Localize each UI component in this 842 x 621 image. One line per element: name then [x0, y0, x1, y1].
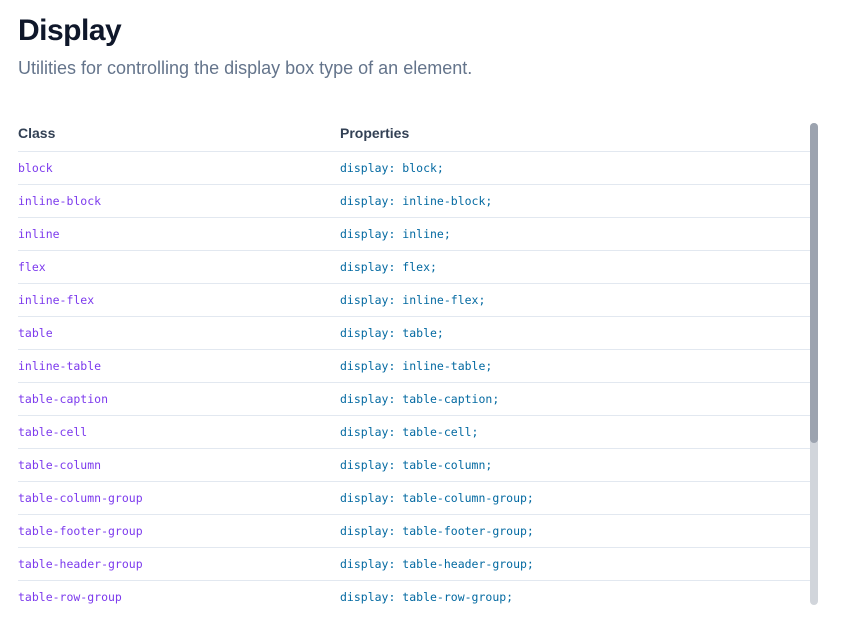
table-row: block display: block; [18, 151, 810, 185]
table-scrollbar[interactable] [810, 123, 818, 605]
class-table-container: Class Properties block display: block; i… [18, 115, 810, 605]
scrollbar-thumb[interactable] [810, 123, 818, 443]
column-header-properties: Properties [340, 115, 810, 152]
page-title: Display [18, 14, 122, 47]
table-row: table-caption display: table-caption; [18, 382, 810, 416]
class-cell: flex [18, 250, 340, 284]
class-cell: table-column [18, 448, 340, 482]
properties-cell: display: table-column-group; [340, 481, 810, 515]
table-header-row: Class Properties [18, 115, 810, 152]
table-row: table-cell display: table-cell; [18, 415, 810, 449]
class-cell: table [18, 316, 340, 350]
properties-cell: display: table-footer-group; [340, 514, 810, 548]
class-cell: table-header-group [18, 547, 340, 581]
table-row: inline-flex display: inline-flex; [18, 283, 810, 317]
class-cell: block [18, 151, 340, 185]
properties-cell: display: inline-table; [340, 349, 810, 383]
table-row: table-column-group display: table-column… [18, 481, 810, 515]
properties-cell: display: inline; [340, 217, 810, 251]
table-row: table display: table; [18, 316, 810, 350]
properties-cell: display: table-row-group; [340, 580, 810, 605]
properties-cell: display: flex; [340, 250, 810, 284]
properties-cell: display: table; [340, 316, 810, 350]
properties-cell: display: inline-flex; [340, 283, 810, 317]
table-row: table-footer-group display: table-footer… [18, 514, 810, 548]
page-subtitle: Utilities for controlling the display bo… [18, 58, 473, 78]
class-cell: table-footer-group [18, 514, 340, 548]
class-cell: inline-flex [18, 283, 340, 317]
table-row: inline-table display: inline-table; [18, 349, 810, 383]
table-row: flex display: flex; [18, 250, 810, 284]
properties-cell: display: table-caption; [340, 382, 810, 416]
class-cell: table-caption [18, 382, 340, 416]
properties-cell: display: table-column; [340, 448, 810, 482]
class-cell: table-row-group [18, 580, 340, 605]
class-cell: inline [18, 217, 340, 251]
class-cell: table-column-group [18, 481, 340, 515]
table-row: table-column display: table-column; [18, 448, 810, 482]
table-row: inline-block display: inline-block; [18, 184, 810, 218]
class-cell: table-cell [18, 415, 340, 449]
table-row: table-header-group display: table-header… [18, 547, 810, 581]
class-table: Class Properties block display: block; i… [18, 115, 810, 605]
column-header-class: Class [18, 115, 340, 152]
table-row: table-row-group display: table-row-group… [18, 580, 810, 605]
properties-cell: display: inline-block; [340, 184, 810, 218]
class-cell: inline-block [18, 184, 340, 218]
properties-cell: display: block; [340, 151, 810, 185]
properties-cell: display: table-header-group; [340, 547, 810, 581]
table-row: inline display: inline; [18, 217, 810, 251]
class-cell: inline-table [18, 349, 340, 383]
properties-cell: display: table-cell; [340, 415, 810, 449]
